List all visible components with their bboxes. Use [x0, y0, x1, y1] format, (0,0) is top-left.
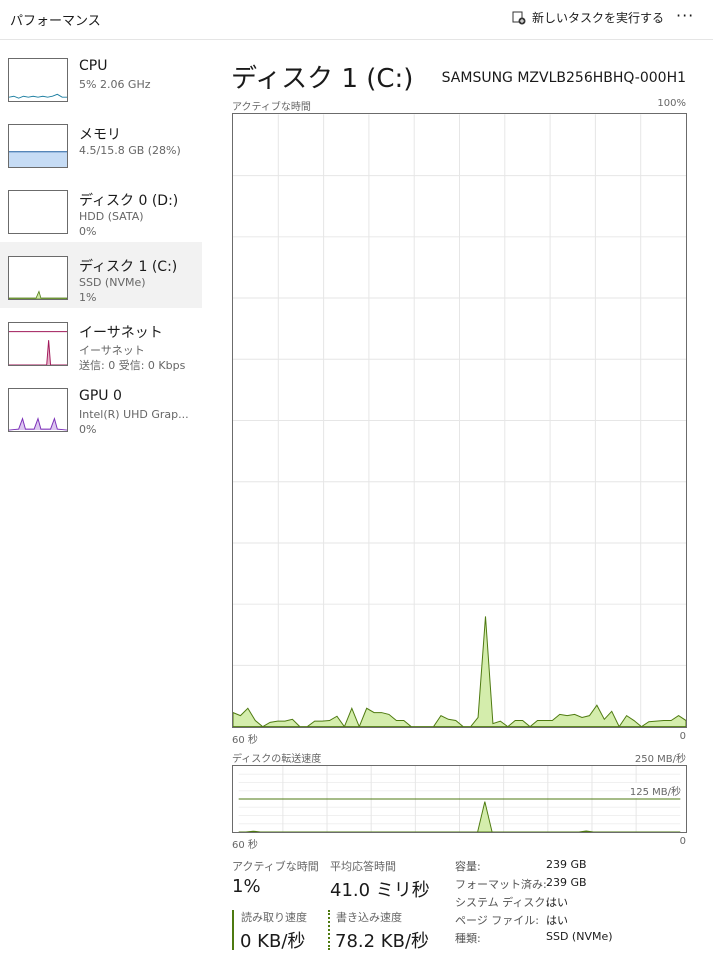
disk-title: ディスク 1 (C:) [231, 64, 414, 94]
sidebar-item-gpu[interactable]: GPU 0 Intel(R) UHD Grap... 0% [0, 374, 202, 440]
sidebar-item-cpu[interactable]: CPU 5% 2.06 GHz [0, 44, 202, 110]
write-speed-value: 78.2 KB/秒 [335, 931, 430, 952]
active-time-value: 1% [232, 876, 261, 897]
read-speed-label: 読み取り速度 [241, 911, 307, 924]
run-new-task-label: 新しいタスクを実行する [532, 11, 665, 25]
transfer-x-left: 60 秒 [232, 840, 258, 851]
property-value: はい [546, 914, 568, 927]
transfer-chart-title: ディスクの転送速度 [232, 754, 322, 765]
property-value: SSD (NVMe) [546, 930, 613, 943]
sidebar-item-detail: HDD (SATA) [79, 210, 144, 223]
active-time-x-right: 0 [679, 731, 686, 742]
property-key: 種類: [455, 932, 481, 945]
sidebar-item-detail: 4.5/15.8 GB (28%) [79, 144, 181, 157]
sidebar-item-name: GPU 0 [79, 388, 122, 404]
sidebar-item-disk1[interactable]: ディスク 1 (C:) SSD (NVMe) 1% [0, 242, 202, 308]
property-key: システム ディスク: [455, 896, 550, 909]
active-time-x-left: 60 秒 [232, 735, 258, 746]
property-key: フォーマット済み: [455, 878, 547, 891]
cpu-thumbnail-graph [8, 58, 68, 102]
read-speed-legend [232, 910, 234, 950]
property-value: 239 GB [546, 876, 587, 889]
property-value: はい [546, 896, 568, 909]
sidebar-item-usage: 0% [79, 225, 97, 238]
property-value: 239 GB [546, 858, 587, 871]
sidebar-item-memory[interactable]: メモリ 4.5/15.8 GB (28%) [0, 110, 202, 176]
property-key: 容量: [455, 860, 481, 873]
active-time-chart [232, 113, 687, 728]
sidebar-item-disk0[interactable]: ディスク 0 (D:) HDD (SATA) 0% [0, 176, 202, 242]
response-time-value: 41.0 ミリ秒 [330, 880, 430, 901]
sidebar-item-name: イーサネット [79, 325, 163, 341]
title-bar: パフォーマンス 新しいタスクを実行する ··· [0, 0, 713, 40]
read-speed-value: 0 KB/秒 [240, 931, 306, 952]
more-options-button[interactable]: ··· [676, 6, 694, 25]
transfer-x-right: 0 [679, 836, 686, 847]
sidebar-item-name: CPU [79, 58, 108, 74]
sidebar-item-usage: 送信: 0 受信: 0 Kbps [79, 359, 186, 372]
gpu-thumbnail-graph [8, 388, 68, 432]
active-time-ymax: 100% [657, 98, 686, 109]
sidebar-item-name: ディスク 0 (D:) [79, 193, 179, 209]
active-time-chart-title: アクティブな時間 [232, 102, 311, 113]
sidebar-item-detail: SSD (NVMe) [79, 276, 146, 289]
disk1-thumbnail-graph [8, 256, 68, 300]
write-speed-label: 書き込み速度 [336, 911, 402, 924]
transfer-ymax: 250 MB/秒 [634, 754, 686, 765]
sidebar-item-detail: 5% 2.06 GHz [79, 78, 151, 91]
response-time-label: 平均応答時間 [330, 860, 396, 873]
property-key: ページ ファイル: [455, 914, 539, 927]
sidebar-item-ethernet[interactable]: イーサネット イーサネット 送信: 0 受信: 0 Kbps [0, 308, 202, 374]
sidebar: CPU 5% 2.06 GHz メモリ 4.5/15.8 GB (28%) ディ… [0, 44, 202, 440]
run-new-task-button[interactable]: 新しいタスクを実行する [512, 9, 664, 26]
sidebar-item-usage: 0% [79, 423, 97, 436]
sidebar-item-name: メモリ [79, 127, 121, 143]
ethernet-thumbnail-graph [8, 322, 68, 366]
new-task-icon [512, 11, 526, 24]
sidebar-item-detail: イーサネット [79, 344, 145, 357]
active-time-label: アクティブな時間 [232, 860, 319, 873]
sidebar-item-usage: 1% [79, 291, 97, 304]
sidebar-item-name: ディスク 1 (C:) [79, 259, 178, 275]
disk0-thumbnail-graph [8, 190, 68, 234]
page-title: パフォーマンス [10, 14, 101, 29]
sidebar-item-detail: Intel(R) UHD Grap... [79, 408, 189, 421]
write-speed-legend [328, 910, 330, 950]
memory-thumbnail-graph [8, 124, 68, 168]
disk-model: SAMSUNG MZVLB256HBHQ-000H1 [441, 70, 686, 86]
transfer-ref-label: 125 MB/秒 [629, 783, 681, 798]
transfer-chart [232, 765, 687, 833]
